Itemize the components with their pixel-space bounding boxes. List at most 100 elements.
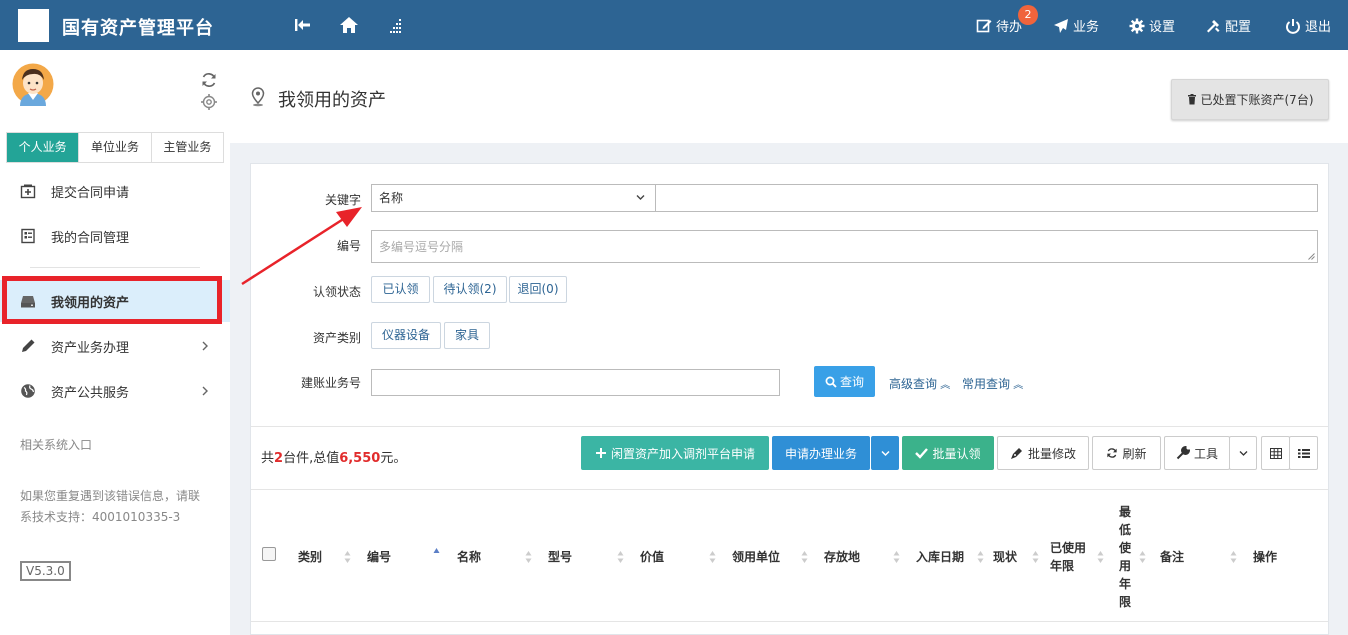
apps-grid-icon[interactable] [386, 15, 406, 35]
column-header-number[interactable]: 编号 [367, 548, 391, 566]
sidebar-item-submit-contract[interactable]: 提交合同申请 [0, 170, 230, 212]
sidebar-item-label: 资产公共服务 [51, 385, 130, 401]
number-textarea[interactable]: 多编号逗号分隔 [371, 230, 1318, 263]
business-label: 业务 [1073, 20, 1100, 35]
tools-button[interactable]: 工具 [1164, 436, 1230, 470]
sidebar-item-public-service[interactable]: 资产公共服务 [0, 370, 230, 412]
panel-divider [251, 426, 1328, 427]
select-all-checkbox[interactable] [262, 547, 276, 561]
page-title: 我领用的资产 [278, 90, 386, 111]
keyword-label: 关键字 [324, 193, 361, 207]
sort-icon[interactable] [525, 550, 532, 564]
column-header-location[interactable]: 存放地 [824, 548, 860, 566]
category-chip-furniture[interactable]: 家具 [444, 322, 490, 349]
number-label: 编号 [336, 239, 361, 253]
table-header-top-border [251, 489, 1328, 490]
sidebar-item-my-contracts[interactable]: 我的合同管理 [0, 215, 230, 257]
chevron-right-icon [202, 341, 208, 351]
check-icon [915, 448, 929, 459]
column-header-remarks[interactable]: 备注 [1160, 548, 1184, 566]
list-view-toggle[interactable] [1289, 436, 1318, 470]
sort-icon[interactable] [1230, 550, 1237, 564]
resize-grip-icon[interactable] [1308, 253, 1315, 260]
refresh-icon[interactable] [200, 71, 218, 89]
grid-view-toggle[interactable] [1261, 436, 1290, 470]
sort-icon[interactable] [1139, 550, 1146, 564]
sort-icon[interactable] [801, 550, 808, 564]
idle-assets-apply-button[interactable]: 闲置资产加入调剂平台申请 [581, 436, 769, 470]
sort-icon[interactable] [344, 550, 351, 564]
avatar[interactable] [12, 62, 54, 106]
summary-count: 2 [274, 451, 284, 466]
bill-number-label: 建账业务号 [300, 376, 361, 390]
batch-edit-button[interactable]: 批量修改 [997, 436, 1089, 470]
sidebar-item-label: 我的合同管理 [51, 230, 130, 246]
chevron-down-icon [1239, 450, 1247, 456]
sort-icon[interactable] [1032, 550, 1039, 564]
column-header-status[interactable]: 现状 [993, 548, 1017, 566]
refresh-label: 刷新 [1122, 446, 1147, 461]
summary-mid: 台件,总值 [283, 451, 340, 466]
sort-icon[interactable] [977, 550, 984, 564]
trash-icon [1187, 94, 1196, 105]
column-header-model[interactable]: 型号 [548, 548, 572, 566]
settings-gear-icon[interactable] [200, 93, 218, 111]
disposed-assets-label: 已处置下账资产(7台) [1200, 93, 1314, 107]
disposed-assets-button[interactable]: 已处置下账资产(7台) [1171, 79, 1329, 120]
logout-link[interactable]: 退出 [1285, 16, 1331, 35]
location-pin-icon [251, 87, 265, 107]
refresh-button[interactable]: 刷新 [1092, 436, 1161, 470]
sort-icon[interactable] [1097, 550, 1104, 564]
settings-link[interactable]: 设置 [1129, 16, 1175, 35]
column-header-name[interactable]: 名称 [457, 548, 481, 566]
status-chip-claimed[interactable]: 已认领 [371, 276, 430, 303]
settings-label: 设置 [1149, 20, 1176, 35]
table-header-bottom-border [251, 621, 1328, 622]
todo-link[interactable]: 待办 [976, 16, 1022, 35]
gear-icon [1129, 18, 1145, 33]
keyword-field-select[interactable]: 名称 [371, 184, 656, 212]
sidebar-item-my-assets[interactable]: 我领用的资产 [0, 280, 230, 322]
common-query-label: 常用查询 [962, 377, 1011, 391]
globe-icon [21, 384, 35, 398]
related-systems-title: 相关系统入口 [20, 438, 93, 452]
query-button[interactable]: 查询 [814, 366, 875, 397]
table-grid-icon [1269, 447, 1282, 459]
column-header-category[interactable]: 类别 [298, 548, 322, 566]
support-note-line1: 如果您重复遇到该错误信息，请联 [20, 489, 201, 503]
home-icon[interactable] [339, 15, 359, 35]
advanced-query-link[interactable]: 高级查询 ︽ [889, 375, 950, 392]
chevron-down-icon [880, 450, 890, 456]
business-link[interactable]: 业务 [1053, 16, 1099, 35]
tools-icon [1207, 19, 1220, 32]
batch-claim-button[interactable]: 批量认领 [902, 436, 994, 470]
sort-icon[interactable] [709, 550, 716, 564]
wrench-icon [1176, 446, 1190, 460]
bill-number-input[interactable] [371, 369, 780, 396]
sidebar-item-label: 资产业务办理 [51, 340, 130, 356]
tab-personal[interactable]: 个人业务 [7, 133, 80, 162]
column-header-min-years[interactable]: 最 低 使 用 年 限 [1119, 503, 1133, 611]
column-header-years-used[interactable]: 已使用 年限 [1050, 539, 1090, 575]
sort-ascending-icon[interactable] [433, 547, 440, 561]
column-header-value[interactable]: 价值 [640, 548, 664, 566]
category-chip-instruments[interactable]: 仪器设备 [371, 322, 441, 349]
tools-dropdown[interactable] [1229, 436, 1257, 470]
tab-supervisor[interactable]: 主管业务 [151, 133, 223, 162]
keyword-select-value: 名称 [379, 191, 404, 205]
status-chip-pending[interactable]: 待认领(2) [433, 276, 507, 303]
keyword-input[interactable] [655, 184, 1318, 212]
config-link[interactable]: 配置 [1205, 16, 1251, 35]
sort-icon[interactable] [617, 550, 624, 564]
column-header-entry-date[interactable]: 入库日期 [916, 548, 964, 566]
collapse-sidebar-icon[interactable] [293, 15, 313, 35]
sidebar-item-asset-business[interactable]: 资产业务办理 [0, 325, 230, 367]
apply-business-button[interactable]: 申请办理业务 [772, 436, 870, 470]
column-header-using-unit[interactable]: 领用单位 [732, 548, 780, 566]
status-chip-returned[interactable]: 退回(0) [509, 276, 567, 303]
tab-unit[interactable]: 单位业务 [79, 133, 152, 162]
common-query-link[interactable]: 常用查询 ︽ [962, 375, 1023, 392]
sort-icon[interactable] [893, 550, 900, 564]
apply-business-dropdown[interactable] [871, 436, 899, 470]
business-tabs: 个人业务 单位业务 主管业务 [6, 132, 224, 163]
